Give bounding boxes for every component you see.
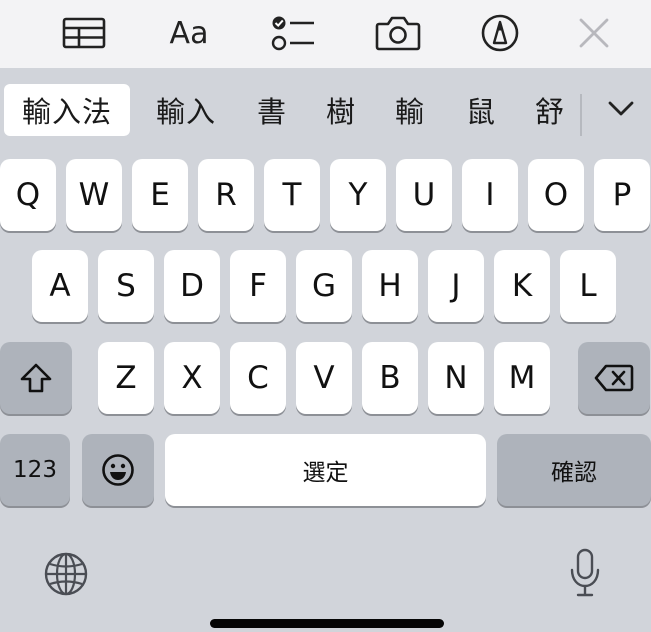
key-d[interactable]: D <box>164 250 220 322</box>
checklist-button[interactable] <box>265 10 321 56</box>
key-w[interactable]: W <box>66 159 122 231</box>
candidate-item[interactable]: 輸入法 <box>4 84 130 136</box>
shift-key[interactable] <box>0 342 72 414</box>
space-key[interactable]: 選定 <box>165 434 486 506</box>
text-format-button[interactable]: Aa <box>161 10 217 56</box>
table-button[interactable] <box>56 10 112 56</box>
table-icon <box>62 17 106 49</box>
key-h[interactable]: H <box>362 250 418 322</box>
key-j[interactable]: J <box>428 250 484 322</box>
candidate-item[interactable]: 輸 <box>384 84 436 136</box>
candidate-item[interactable]: 鼠 <box>455 84 507 136</box>
key-p[interactable]: P <box>594 159 650 231</box>
key-n[interactable]: N <box>428 342 484 414</box>
key-s[interactable]: S <box>98 250 154 322</box>
home-indicator[interactable] <box>210 619 444 628</box>
candidate-bar: 輸入法 輸入 書 樹 輸 鼠 舒 <box>0 68 651 152</box>
key-c[interactable]: C <box>230 342 286 414</box>
key-m[interactable]: M <box>494 342 550 414</box>
close-icon <box>579 18 609 48</box>
key-x[interactable]: X <box>164 342 220 414</box>
text-format-icon: Aa <box>169 15 209 51</box>
key-k[interactable]: K <box>494 250 550 322</box>
globe-button[interactable] <box>40 548 92 600</box>
key-z[interactable]: Z <box>98 342 154 414</box>
key-u[interactable]: U <box>396 159 452 231</box>
confirm-key[interactable]: 確認 <box>497 434 651 506</box>
key-v[interactable]: V <box>296 342 352 414</box>
globe-icon <box>44 552 88 596</box>
candidate-item[interactable]: 舒 <box>524 84 576 136</box>
key-y[interactable]: Y <box>330 159 386 231</box>
key-r[interactable]: R <box>198 159 254 231</box>
close-button[interactable] <box>566 10 622 56</box>
key-b[interactable]: B <box>362 342 418 414</box>
key-e[interactable]: E <box>132 159 188 231</box>
key-a[interactable]: A <box>32 250 88 322</box>
emoji-icon <box>102 454 134 486</box>
emoji-key[interactable] <box>82 434 154 506</box>
backspace-icon <box>594 364 634 392</box>
candidate-divider <box>580 94 582 136</box>
key-t[interactable]: T <box>264 159 320 231</box>
key-i[interactable]: I <box>462 159 518 231</box>
key-o[interactable]: O <box>528 159 584 231</box>
markup-button[interactable] <box>472 10 528 56</box>
delete-key[interactable] <box>578 342 650 414</box>
dictation-button[interactable] <box>562 545 608 601</box>
key-g[interactable]: G <box>296 250 352 322</box>
key-f[interactable]: F <box>230 250 286 322</box>
key-l[interactable]: L <box>560 250 616 322</box>
keyboard-toolbar: Aa <box>0 0 651 68</box>
checklist-icon <box>271 16 314 51</box>
candidate-item[interactable]: 輸入 <box>144 84 228 136</box>
camera-button[interactable] <box>370 10 426 56</box>
chevron-down-icon <box>608 101 634 116</box>
candidate-item[interactable]: 書 <box>246 84 298 136</box>
numbers-key[interactable]: 123 <box>0 434 70 506</box>
key-q[interactable]: Q <box>0 159 56 231</box>
expand-candidates-button[interactable] <box>598 86 644 132</box>
camera-icon <box>375 16 421 51</box>
candidate-item[interactable]: 樹 <box>315 84 367 136</box>
shift-icon <box>20 363 52 393</box>
markup-icon <box>481 14 519 52</box>
microphone-icon <box>570 548 600 597</box>
